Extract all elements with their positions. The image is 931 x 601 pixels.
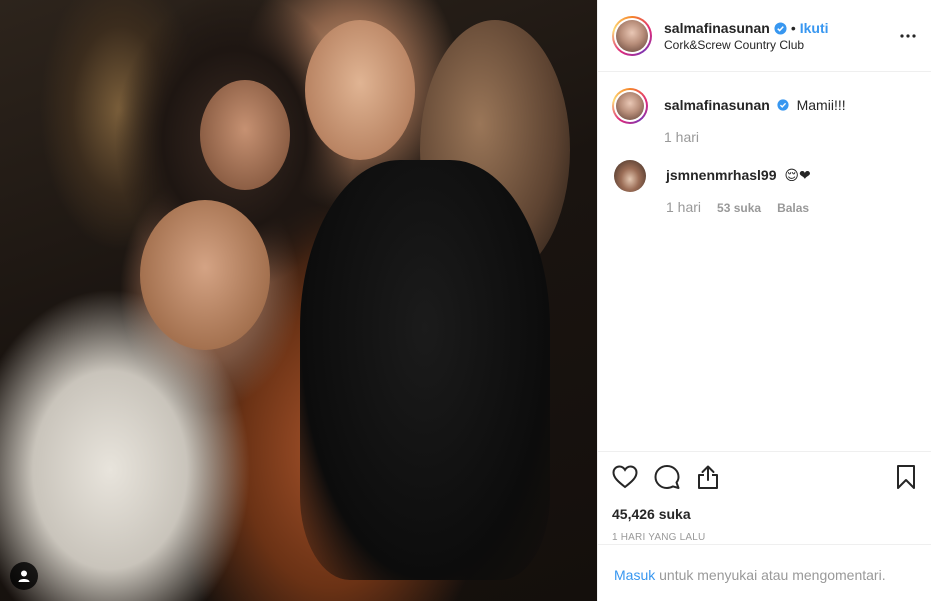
header-text: salmafinasunan • Ikuti Cork&Screw Countr… xyxy=(664,19,829,52)
user-icon xyxy=(18,570,30,582)
reply-button[interactable]: Balas xyxy=(777,199,809,217)
photo-region-body xyxy=(300,160,550,580)
comment-username[interactable]: salmafinasunan xyxy=(664,97,770,113)
profile-picture xyxy=(616,19,648,52)
more-options-icon[interactable] xyxy=(899,28,917,44)
post-time-ago[interactable]: 1 HARI YANG LALU xyxy=(612,532,918,543)
likes-count[interactable]: 45,426 suka xyxy=(612,506,918,522)
comment-username[interactable]: jsmnenmrhasl99 xyxy=(666,167,777,183)
comment-avatar[interactable] xyxy=(614,160,646,192)
login-link[interactable]: Masuk xyxy=(614,567,655,583)
heart-icon[interactable] xyxy=(612,465,638,489)
photo-region-face xyxy=(305,20,415,160)
post-photo[interactable] xyxy=(0,0,597,601)
comment-avatar[interactable] xyxy=(612,88,648,124)
comment-time[interactable]: 1 hari xyxy=(664,128,699,146)
comment-caption: salmafinasunan Mamii!!! 1 hari xyxy=(612,88,915,146)
login-prompt-text: untuk menyukai atau mengomentari. xyxy=(655,567,886,583)
verified-badge-icon xyxy=(774,21,787,35)
action-icons xyxy=(612,464,918,490)
post-header: salmafinasunan • Ikuti Cork&Screw Countr… xyxy=(598,0,931,72)
comments-list: salmafinasunan Mamii!!! 1 hari jsmnenmrh… xyxy=(598,72,931,452)
comment-likes[interactable]: 53 suka xyxy=(717,199,761,217)
photo-region-face xyxy=(200,80,290,190)
header-avatar[interactable] xyxy=(612,15,652,56)
share-icon[interactable] xyxy=(696,464,720,490)
post-actions: 45,426 suka 1 HARI YANG LALU xyxy=(598,451,931,543)
bookmark-icon[interactable] xyxy=(896,464,916,490)
profile-picture xyxy=(616,92,644,120)
comment-text: Mamii!!! xyxy=(796,97,846,113)
comment-text: 😌❤ xyxy=(784,167,811,183)
tagged-users-button[interactable] xyxy=(10,562,38,590)
photo-region-face xyxy=(140,200,270,350)
login-prompt: Masuk untuk menyukai atau mengomentari. xyxy=(598,544,931,601)
separator-dot: • xyxy=(790,20,796,36)
verified-badge-icon xyxy=(777,99,789,111)
comment-icon[interactable] xyxy=(654,464,680,490)
post-side-panel: salmafinasunan • Ikuti Cork&Screw Countr… xyxy=(597,0,931,601)
post-location[interactable]: Cork&Screw Country Club xyxy=(664,38,829,52)
follow-button[interactable]: Ikuti xyxy=(800,19,829,37)
comment-item: jsmnenmrhasl99 😌❤ 1 hari 53 suka Balas xyxy=(612,160,915,217)
comment-time[interactable]: 1 hari xyxy=(666,198,701,216)
post-author-username[interactable]: salmafinasunan xyxy=(664,19,770,37)
